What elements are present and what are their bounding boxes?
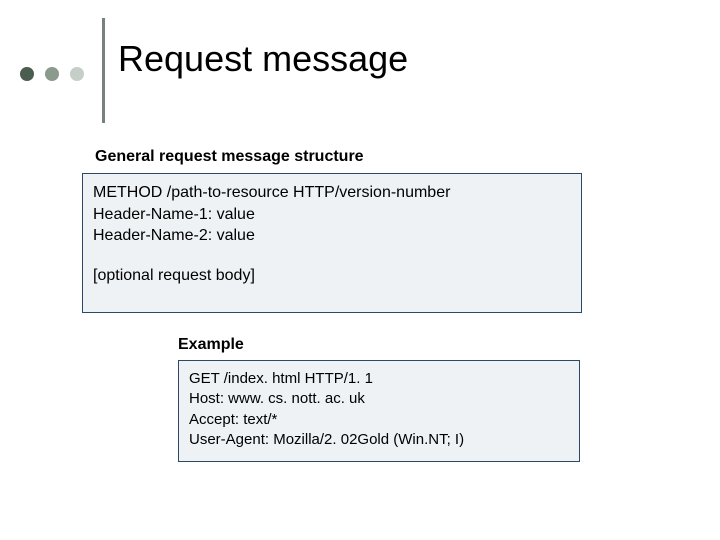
structure-box: METHOD /path-to-resource HTTP/version-nu…: [82, 173, 582, 313]
dot-icon: [45, 67, 59, 81]
dot-icon: [70, 67, 84, 81]
example-line: GET /index. html HTTP/1. 1: [189, 369, 569, 389]
example-line: Host: www. cs. nott. ac. uk: [189, 389, 569, 409]
blank-line: [93, 247, 571, 265]
vertical-divider: [102, 18, 105, 123]
example-subtitle: Example: [178, 336, 244, 354]
structure-line: Header-Name-1: value: [93, 204, 571, 226]
structure-line: Header-Name-2: value: [93, 225, 571, 247]
structure-line: METHOD /path-to-resource HTTP/version-nu…: [93, 182, 571, 204]
slide: Request message General request message …: [0, 0, 720, 540]
section-subtitle: General request message structure: [95, 148, 364, 166]
example-line: Accept: text/*: [189, 410, 569, 430]
decorative-dots: [20, 67, 84, 81]
slide-title: Request message: [118, 38, 408, 80]
structure-line: [optional request body]: [93, 265, 571, 287]
example-line: User-Agent: Mozilla/2. 02Gold (Win.NT; I…: [189, 430, 569, 450]
dot-icon: [20, 67, 34, 81]
example-box: GET /index. html HTTP/1. 1 Host: www. cs…: [178, 360, 580, 462]
